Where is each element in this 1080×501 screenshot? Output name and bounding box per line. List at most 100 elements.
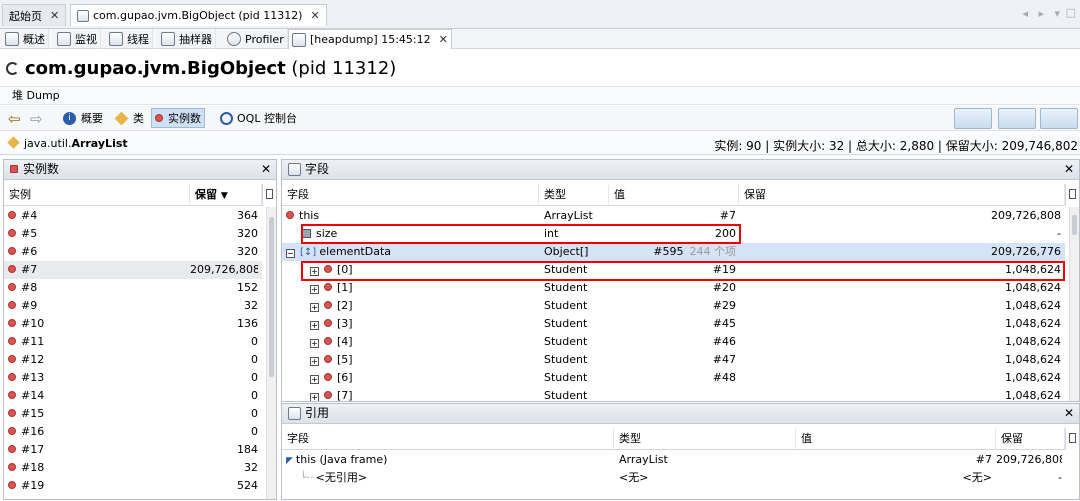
instance-cell: #10 bbox=[8, 315, 188, 333]
table-row[interactable]: this ArrayList #7 209,726,808 bbox=[282, 207, 1065, 225]
col-value[interactable]: 值 bbox=[796, 428, 996, 450]
instances-scrollbar-thumb[interactable] bbox=[269, 217, 274, 377]
field-name-cell: − [↕] elementData bbox=[286, 243, 532, 261]
table-row[interactable]: − [↕] elementData Object[] #595 244 个项 209,72… bbox=[282, 243, 1065, 261]
forward-arrow-icon[interactable]: ⇨ bbox=[30, 110, 43, 128]
expand-icon[interactable]: + bbox=[310, 375, 319, 384]
col-field[interactable]: 字段 bbox=[282, 184, 539, 206]
scroll-right-icon[interactable]: ▸ bbox=[1038, 7, 1044, 20]
list-item[interactable]: #17 184 bbox=[4, 441, 262, 459]
close-icon[interactable]: ✕ bbox=[310, 9, 319, 22]
table-row[interactable]: + [2] Student #29 1,048,624 bbox=[282, 297, 1065, 315]
field-value: #595 244 个项 bbox=[609, 243, 736, 261]
back-arrow-icon[interactable]: ⇦ bbox=[8, 110, 21, 128]
close-icon[interactable]: ✕ bbox=[1064, 160, 1074, 179]
expand-icon[interactable]: + bbox=[310, 303, 319, 312]
field-retained: - bbox=[1057, 227, 1061, 240]
field-value: #46 bbox=[609, 333, 736, 351]
table-row[interactable]: + [5] Student #47 1,048,624 bbox=[282, 351, 1065, 369]
instances-panel: 实例数 ✕ 实例 保留 ▼ #4 364 #5 320 #6 320 #7 209,726,80… bbox=[3, 159, 277, 500]
list-item[interactable]: #18 32 bbox=[4, 459, 262, 477]
collapse-icon[interactable]: − bbox=[286, 249, 295, 258]
field-name-cell: + [4] bbox=[310, 333, 532, 351]
expand-icon[interactable]: + bbox=[310, 357, 319, 366]
list-item[interactable]: #6 320 bbox=[4, 243, 262, 261]
list-item[interactable]: #8 152 bbox=[4, 279, 262, 297]
close-icon[interactable]: ✕ bbox=[261, 160, 271, 179]
list-item[interactable]: #16 0 bbox=[4, 423, 262, 441]
col-instance[interactable]: 实例 bbox=[4, 184, 190, 206]
class-name: java.util.ArrayList bbox=[7, 136, 128, 150]
fields-scrollbar[interactable] bbox=[1069, 207, 1079, 401]
instance-retained: 0 bbox=[251, 425, 258, 438]
list-item[interactable]: #7 209,726,808 bbox=[4, 261, 262, 279]
tab-sampler[interactable]: 抽样器 bbox=[158, 29, 216, 49]
nav-classes-button[interactable]: 类 bbox=[112, 108, 147, 128]
column-chooser-icon[interactable] bbox=[1065, 184, 1079, 206]
class-breadcrumb: java.util.ArrayList 实例: 90 | 实例大小: 32 | … bbox=[0, 134, 1080, 155]
tab-bigobject[interactable]: com.gupao.jvm.BigObject (pid 11312) ✕ bbox=[70, 4, 327, 26]
col-retained[interactable]: 保留 bbox=[996, 428, 1065, 450]
nav-instances-button[interactable]: 实例数 bbox=[151, 108, 205, 128]
field-value-text: #7 bbox=[719, 209, 736, 222]
table-row[interactable]: + [4] Student #46 1,048,624 bbox=[282, 333, 1065, 351]
nav-oql-button[interactable]: OQL 控制台 bbox=[217, 108, 300, 128]
class-stats: 实例: 90 | 实例大小: 32 | 总大小: 2,880 | 保留大小: 2… bbox=[714, 139, 1078, 153]
col-retained[interactable]: 保留 bbox=[739, 184, 1065, 206]
expand-icon[interactable]: + bbox=[310, 393, 319, 401]
close-icon[interactable]: ✕ bbox=[1064, 404, 1074, 423]
list-item[interactable]: #12 0 bbox=[4, 351, 262, 369]
col-type[interactable]: 类型 bbox=[614, 428, 796, 450]
col-type[interactable]: 类型 bbox=[539, 184, 609, 206]
table-row[interactable]: ◤ this (Java frame) ArrayList #7 209,726,808 bbox=[282, 451, 1065, 469]
list-item[interactable]: #11 0 bbox=[4, 333, 262, 351]
col-retained[interactable]: 保留 ▼ bbox=[190, 184, 262, 206]
tab-overview[interactable]: 概述 bbox=[2, 29, 49, 49]
tab-list-icon[interactable]: ▾ bbox=[1054, 7, 1060, 20]
list-item[interactable]: #10 136 bbox=[4, 315, 262, 333]
instance-retained: 152 bbox=[237, 281, 258, 294]
tab-start-page[interactable]: 起始页 ✕ bbox=[2, 4, 67, 26]
fields-scrollbar-thumb[interactable] bbox=[1072, 215, 1077, 235]
list-item[interactable]: #19 524 bbox=[4, 477, 262, 495]
threads-icon bbox=[109, 32, 123, 46]
nav-summary-label: 概要 bbox=[81, 112, 103, 125]
expand-icon[interactable]: + bbox=[310, 285, 319, 294]
field-type: Student bbox=[544, 389, 588, 401]
close-icon[interactable]: ✕ bbox=[50, 9, 59, 22]
table-row[interactable]: └·· <无引用> <无> <无> - bbox=[282, 469, 1065, 487]
col-value[interactable]: 值 bbox=[609, 184, 739, 206]
view-toggle-button-3[interactable] bbox=[1040, 108, 1078, 129]
column-chooser-icon[interactable] bbox=[262, 184, 276, 206]
tab-profiler[interactable]: Profiler bbox=[224, 29, 288, 49]
close-icon[interactable]: ✕ bbox=[439, 33, 448, 46]
table-row[interactable]: + [7] Student 1,048,624 bbox=[282, 387, 1065, 401]
col-field[interactable]: 字段 bbox=[282, 428, 614, 450]
view-toggle-button-1[interactable] bbox=[954, 108, 992, 129]
list-item[interactable]: #9 32 bbox=[4, 297, 262, 315]
list-item[interactable]: #13 0 bbox=[4, 369, 262, 387]
field-name-cell: + [7] bbox=[310, 387, 532, 401]
object-icon bbox=[324, 373, 332, 381]
list-item[interactable]: #15 0 bbox=[4, 405, 262, 423]
tab-threads[interactable]: 线程 bbox=[106, 29, 153, 49]
list-item[interactable]: #5 320 bbox=[4, 225, 262, 243]
nav-summary-button[interactable]: i 概要 bbox=[60, 108, 106, 128]
instances-scrollbar[interactable] bbox=[266, 207, 276, 499]
instance-name: #18 bbox=[21, 461, 45, 474]
table-row[interactable]: + [6] Student #48 1,048,624 bbox=[282, 369, 1065, 387]
instance-cell: #5 bbox=[8, 225, 188, 243]
table-row[interactable]: + [3] Student #45 1,048,624 bbox=[282, 315, 1065, 333]
column-chooser-icon[interactable] bbox=[1065, 428, 1079, 450]
sort-desc-icon: ▼ bbox=[220, 191, 228, 201]
view-toggle-button-2[interactable] bbox=[998, 108, 1036, 129]
expand-icon[interactable]: + bbox=[310, 321, 319, 330]
table-row[interactable]: + [1] Student #20 1,048,624 bbox=[282, 279, 1065, 297]
maximize-icon[interactable]: □ bbox=[1066, 6, 1076, 19]
tab-monitor[interactable]: 监视 bbox=[54, 29, 101, 49]
list-item[interactable]: #14 0 bbox=[4, 387, 262, 405]
list-item[interactable]: #4 364 bbox=[4, 207, 262, 225]
scroll-left-icon[interactable]: ◂ bbox=[1022, 7, 1028, 20]
tab-heapdump[interactable]: [heapdump] 15:45:12 ✕ bbox=[288, 29, 452, 49]
expand-icon[interactable]: + bbox=[310, 339, 319, 348]
